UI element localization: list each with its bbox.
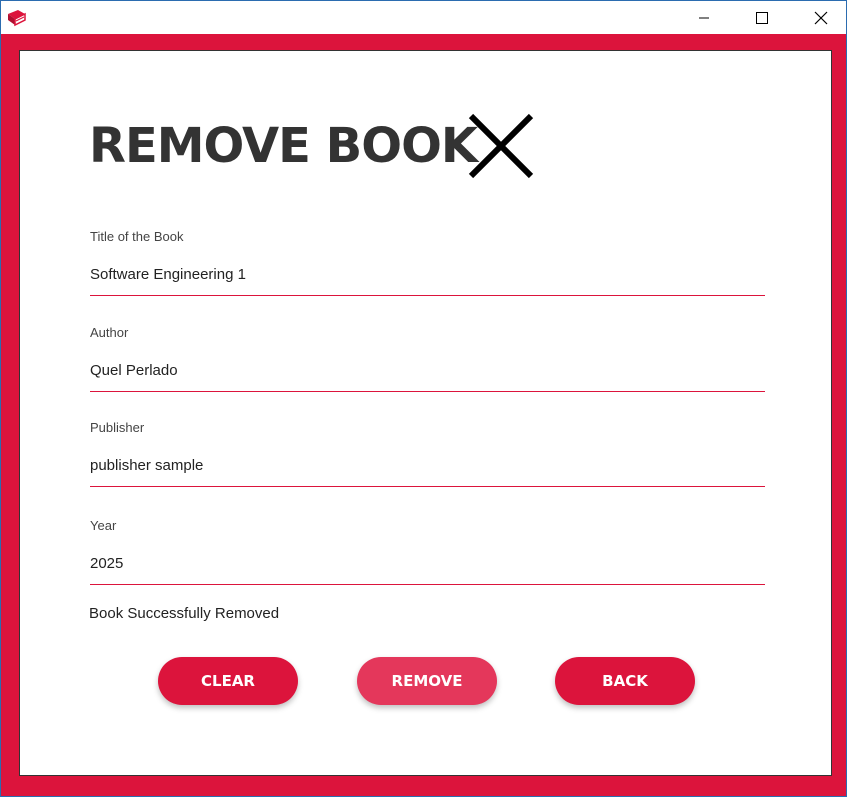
window-frame: REMOVE BOOK Title of the Book Author Pub…: [1, 34, 846, 796]
author-label: Author: [90, 325, 129, 340]
maximize-button[interactable]: [739, 1, 785, 34]
minimize-button[interactable]: [681, 1, 727, 34]
remove-button[interactable]: REMOVE: [357, 657, 497, 705]
book-icon: [5, 8, 27, 28]
app-window: REMOVE BOOK Title of the Book Author Pub…: [0, 0, 847, 797]
status-message: Book Successfully Removed: [89, 605, 280, 622]
publisher-input[interactable]: [90, 454, 765, 487]
back-button[interactable]: BACK: [555, 657, 695, 705]
author-input[interactable]: [90, 359, 765, 392]
close-button[interactable]: [798, 1, 844, 34]
year-field: Year: [90, 518, 765, 585]
publisher-label: Publisher: [90, 420, 145, 435]
publisher-field: Publisher: [90, 420, 765, 487]
title-field: Title of the Book: [90, 229, 765, 296]
x-icon: [468, 113, 534, 179]
author-field: Author: [90, 325, 765, 392]
maximize-icon: [756, 11, 768, 24]
title-label: Title of the Book: [90, 229, 184, 244]
minimize-icon: [699, 17, 709, 18]
year-label: Year: [90, 518, 117, 533]
title-bar: [1, 1, 846, 34]
year-input[interactable]: [90, 552, 765, 585]
clear-button[interactable]: CLEAR: [158, 657, 298, 705]
remove-book-panel: REMOVE BOOK Title of the Book Author Pub…: [19, 50, 832, 776]
page-title: REMOVE BOOK: [89, 118, 478, 174]
close-icon: [814, 11, 828, 24]
title-input[interactable]: [90, 263, 765, 296]
